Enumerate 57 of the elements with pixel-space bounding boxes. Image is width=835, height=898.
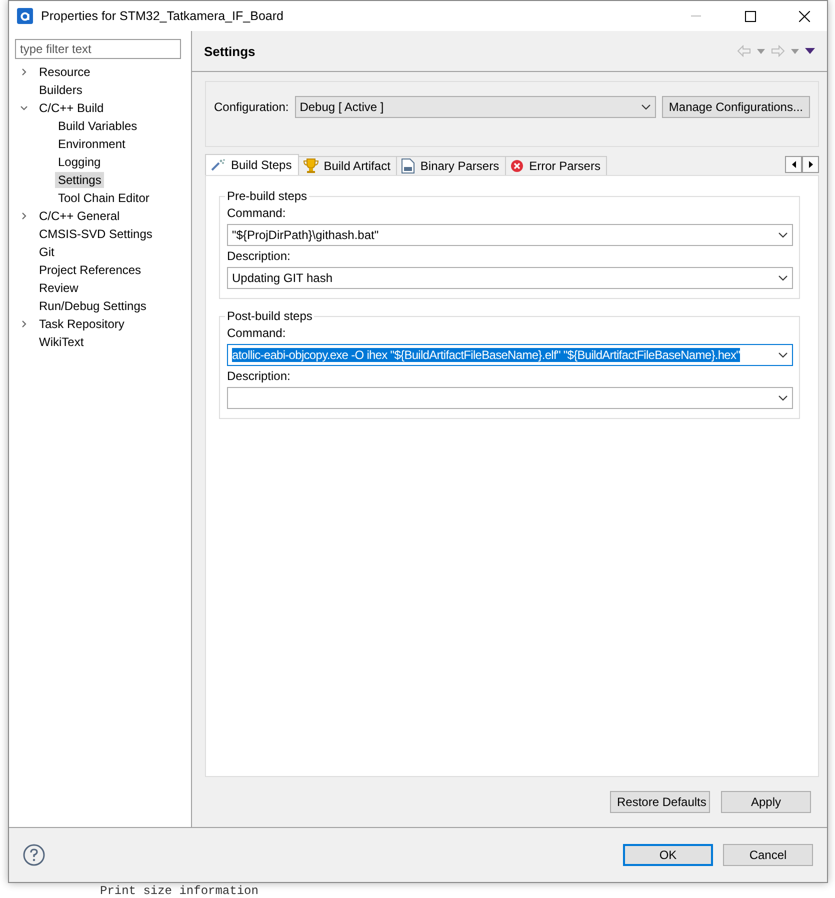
combo-field[interactable]: Updating GIT hash — [227, 267, 793, 289]
combo-field[interactable] — [227, 387, 793, 409]
chevron-down-icon[interactable] — [20, 104, 28, 112]
field-label: Command: — [227, 206, 287, 220]
maximize-icon[interactable] — [744, 10, 756, 22]
tab[interactable]: Build Steps — [205, 154, 299, 175]
console-text: Print size information — [100, 884, 258, 898]
trophy-icon — [302, 158, 319, 174]
tree-item[interactable]: C/C++ Build — [36, 100, 107, 116]
field-label: Command: — [227, 326, 287, 340]
triangle-right-icon — [808, 161, 812, 168]
tree-item[interactable]: Environment — [55, 136, 128, 152]
close-icon[interactable] — [798, 10, 810, 22]
field-label: Description: — [227, 249, 292, 263]
group-title: Pre-build steps — [226, 189, 308, 203]
group-title: Post-build steps — [226, 309, 314, 323]
combo-field[interactable]: "${ProjDirPath}\githash.bat" — [227, 224, 793, 246]
tree-item[interactable]: C/C++ General — [36, 208, 123, 224]
tree-item[interactable]: Build Variables — [55, 118, 140, 134]
tree-item[interactable]: WikiText — [36, 334, 87, 350]
scroll-left-button[interactable] — [785, 156, 802, 173]
combo-field[interactable]: atollic-eabi-objcopy.exe -O ihex "${BuildArtifactFileBaseName}.elf" "${BuildArtifactFileBaseName}.hex" — [227, 344, 793, 366]
configuration-dropdown[interactable]: Debug [ Active ] — [294, 96, 656, 118]
brush-icon — [210, 158, 226, 172]
tree-item[interactable]: Run/Debug Settings — [36, 298, 150, 314]
configuration-label: Configuration: — [214, 99, 289, 116]
tree-item[interactable]: Task Repository — [36, 316, 128, 332]
filter-field[interactable]: type filter text — [15, 39, 181, 59]
tab[interactable]: Binary Parsers — [396, 156, 506, 175]
page-title: Settings — [204, 44, 256, 58]
restore-defaults-button[interactable]: Restore Defaults — [610, 791, 710, 813]
tree-item[interactable]: Settings — [55, 172, 104, 188]
tree-item[interactable]: Resource — [36, 64, 94, 80]
tree-item[interactable]: Review — [36, 280, 82, 296]
tree-item[interactable]: Builders — [36, 82, 86, 98]
chevron-right-icon[interactable] — [20, 212, 28, 220]
tree-item[interactable]: CMSIS-SVD Settings — [36, 226, 156, 242]
chevron-right-icon[interactable] — [20, 320, 28, 328]
tree-item[interactable]: Tool Chain Editor — [55, 190, 152, 206]
ok-button[interactable]: OK — [623, 844, 713, 866]
help-icon[interactable] — [23, 844, 45, 866]
tab[interactable]: Error Parsers — [505, 156, 608, 175]
window-title: Properties for STM32_Tatkamera_IF_Board — [41, 9, 284, 23]
tree-item[interactable]: Project References — [36, 262, 144, 278]
triangle-left-icon — [792, 161, 796, 168]
field-label: Description: — [227, 369, 292, 383]
tree-item[interactable]: Git — [36, 244, 58, 260]
menu-caret-icon[interactable] — [805, 48, 815, 54]
scroll-right-button[interactable] — [802, 156, 819, 173]
apply-button[interactable]: Apply — [721, 791, 811, 813]
app-icon — [17, 8, 33, 24]
tab[interactable]: Build Artifact — [298, 156, 398, 175]
cancel-button[interactable]: Cancel — [723, 844, 813, 866]
error-icon — [510, 159, 524, 173]
tree-item[interactable]: Logging — [55, 154, 104, 170]
chevron-right-icon[interactable] — [20, 68, 28, 76]
manage-configurations-button[interactable]: Manage Configurations... — [662, 96, 810, 118]
